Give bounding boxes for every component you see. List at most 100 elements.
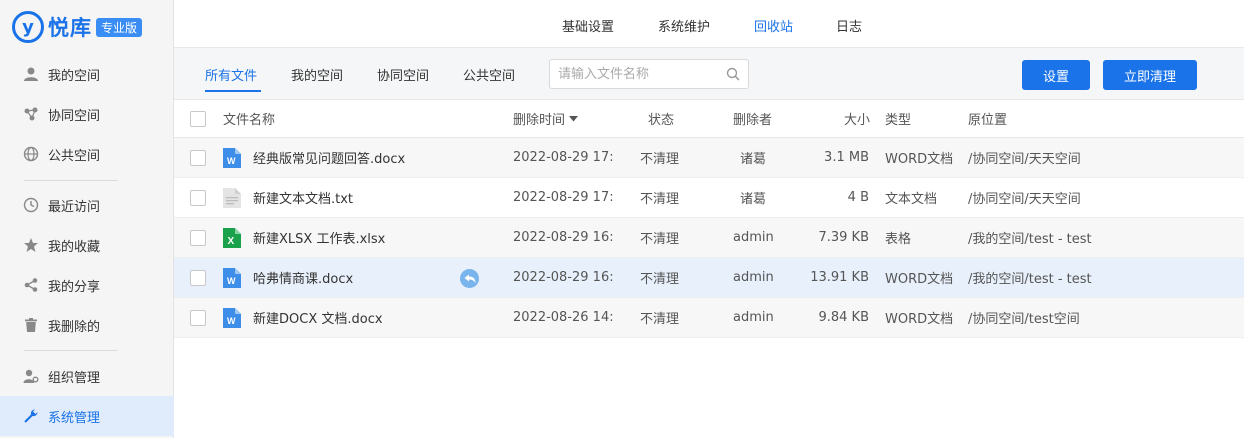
brand-name: 悦库: [48, 16, 92, 40]
search-box: [549, 59, 749, 89]
checkbox-box[interactable]: [190, 189, 206, 206]
sidebar: y 悦库 专业版 我的空间 协同空间 公共空间 最近访问 我的收藏 我的分享 我…: [0, 0, 174, 438]
file-size: 13.91 KB: [810, 270, 869, 285]
sidebar-item-label: 组织管理: [48, 370, 101, 386]
file-size: 4 B: [847, 190, 869, 205]
file-name: 哈弗情商课.docx: [253, 272, 354, 287]
sidebar-item-collab-space[interactable]: 协同空间: [0, 94, 174, 134]
settings-button[interactable]: 设置: [1022, 60, 1090, 90]
topnav-basic-settings[interactable]: 基础设置: [562, 16, 614, 35]
tab-my-space[interactable]: 我的空间: [291, 65, 343, 84]
file-type: 表格: [885, 232, 912, 247]
file-name-cell[interactable]: 新建文本文档.txt: [223, 178, 353, 217]
select-all-checkbox[interactable]: [190, 100, 206, 137]
clock-icon: [22, 196, 40, 214]
word-icon: W: [223, 307, 241, 328]
deleted-time: 2022-08-29 17:: [513, 190, 614, 205]
deleter: admin: [733, 310, 774, 325]
file-name-cell[interactable]: W 新建DOCX 文档.docx: [223, 298, 383, 337]
sidebar-item-system-management[interactable]: 系统管理: [0, 396, 174, 436]
row-checkbox[interactable]: [190, 258, 206, 297]
excel-icon: X: [223, 227, 241, 248]
sort-caret-icon[interactable]: [569, 111, 579, 126]
tab-public-space[interactable]: 公共空间: [463, 65, 515, 84]
sidebar-item-favorites[interactable]: 我的收藏: [0, 225, 174, 265]
sidebar-item-label: 我的收藏: [48, 239, 101, 255]
file-type: WORD文档: [885, 312, 954, 327]
sidebar-item-my-space[interactable]: 我的空间: [0, 54, 174, 94]
sidebar-item-org-management[interactable]: 组织管理: [0, 356, 174, 396]
svg-text:W: W: [227, 156, 236, 166]
file-size: 3.1 MB: [824, 150, 869, 165]
svg-text:W: W: [227, 316, 236, 326]
deleter: admin: [733, 270, 774, 285]
deleted-time: 2022-08-29 16:: [513, 230, 614, 245]
table-row[interactable]: W 新建DOCX 文档.docx 2022-08-26 14: 不清理 admi…: [174, 298, 1244, 338]
text-file-icon: [223, 187, 241, 208]
tab-collab-space[interactable]: 协同空间: [377, 65, 429, 84]
col-deleted-time[interactable]: 删除时间: [513, 100, 579, 137]
file-size: 9.84 KB: [818, 310, 869, 325]
file-name-cell[interactable]: X 新建XLSX 工作表.xlsx: [223, 218, 385, 257]
row-checkbox[interactable]: [190, 178, 206, 217]
user-icon: [22, 65, 40, 83]
file-name: 新建XLSX 工作表.xlsx: [253, 232, 386, 247]
active-tab-indicator: [205, 90, 261, 92]
checkbox-box[interactable]: [190, 269, 206, 286]
col-deleter: 删除者: [733, 113, 773, 128]
table-row[interactable]: W 哈弗情商课.docx 2022-08-29 16: 不清理 admin 13…: [174, 258, 1244, 298]
tab-all-files[interactable]: 所有文件: [205, 65, 257, 84]
wrench-icon: [22, 407, 40, 425]
sidebar-divider: [24, 180, 118, 181]
status: 不清理: [640, 152, 680, 167]
file-type: WORD文档: [885, 272, 954, 287]
sidebar-item-label: 系统管理: [48, 410, 101, 426]
table-header: 文件名称 删除时间 状态 删除者 大小 类型 原位置: [174, 100, 1244, 138]
sidebar-item-public-space[interactable]: 公共空间: [0, 134, 174, 174]
star-icon: [22, 236, 40, 254]
topnav-recycle-bin[interactable]: 回收站: [754, 16, 793, 35]
sidebar-item-label: 最近访问: [48, 199, 101, 215]
row-checkbox[interactable]: [190, 138, 206, 177]
word-icon: W: [223, 267, 241, 288]
status: 不清理: [640, 232, 680, 247]
checkbox-box[interactable]: [190, 149, 206, 166]
col-type: 类型: [885, 113, 912, 128]
search-input[interactable]: [550, 60, 715, 88]
file-name: 经典版常见问题回答.docx: [253, 152, 406, 167]
sidebar-item-recent[interactable]: 最近访问: [0, 185, 174, 225]
sidebar-item-label: 我的分享: [48, 279, 101, 295]
topnav-system-maintenance[interactable]: 系统维护: [658, 16, 710, 35]
col-deleted-time-label: 删除时间: [513, 113, 566, 128]
deleter: admin: [733, 230, 774, 245]
sidebar-divider: [24, 350, 118, 351]
top-nav: 基础设置 系统维护 回收站 日志: [174, 0, 1244, 48]
topnav-logs[interactable]: 日志: [836, 16, 862, 35]
share-nodes-icon: [22, 105, 40, 123]
file-name-cell[interactable]: W 经典版常见问题回答.docx: [223, 138, 405, 177]
share-icon: [22, 276, 40, 294]
row-checkbox[interactable]: [190, 298, 206, 337]
user-gear-icon: [22, 367, 40, 385]
sidebar-item-deleted[interactable]: 我删除的: [0, 305, 174, 345]
checkbox-box[interactable]: [190, 110, 206, 127]
file-size: 7.39 KB: [818, 230, 869, 245]
globe-icon: [22, 145, 40, 163]
row-checkbox[interactable]: [190, 218, 206, 257]
sidebar-item-label: 公共空间: [48, 148, 101, 164]
checkbox-box[interactable]: [190, 309, 206, 326]
svg-text:X: X: [228, 236, 235, 247]
table-row[interactable]: 新建文本文档.txt 2022-08-29 17: 不清理 诸葛 4 B 文本文…: [174, 178, 1244, 218]
table-row[interactable]: W 经典版常见问题回答.docx 2022-08-29 17: 不清理 诸葛 3…: [174, 138, 1244, 178]
sidebar-item-shares[interactable]: 我的分享: [0, 265, 174, 305]
table-row[interactable]: X 新建XLSX 工作表.xlsx 2022-08-29 16: 不清理 adm…: [174, 218, 1244, 258]
file-type: 文本文档: [885, 192, 938, 207]
brand-logo: y 悦库 专业版: [12, 10, 143, 44]
clear-now-button[interactable]: 立即清理: [1103, 60, 1197, 90]
checkbox-box[interactable]: [190, 229, 206, 246]
deleted-time: 2022-08-29 17:: [513, 150, 614, 165]
search-icon[interactable]: [726, 67, 740, 85]
recycle-bin-table: 文件名称 删除时间 状态 删除者 大小 类型 原位置 W 经典版常见问题回答.d…: [174, 100, 1244, 338]
restore-icon[interactable]: [460, 269, 479, 288]
file-name-cell[interactable]: W 哈弗情商课.docx: [223, 258, 353, 297]
